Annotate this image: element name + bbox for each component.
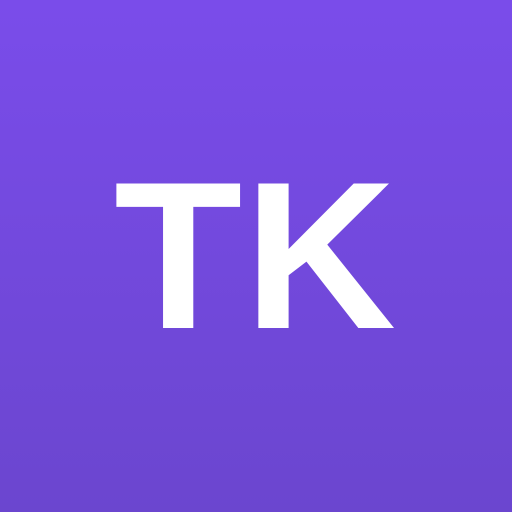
avatar: TK <box>0 0 512 512</box>
avatar-initials: TK <box>114 138 398 373</box>
